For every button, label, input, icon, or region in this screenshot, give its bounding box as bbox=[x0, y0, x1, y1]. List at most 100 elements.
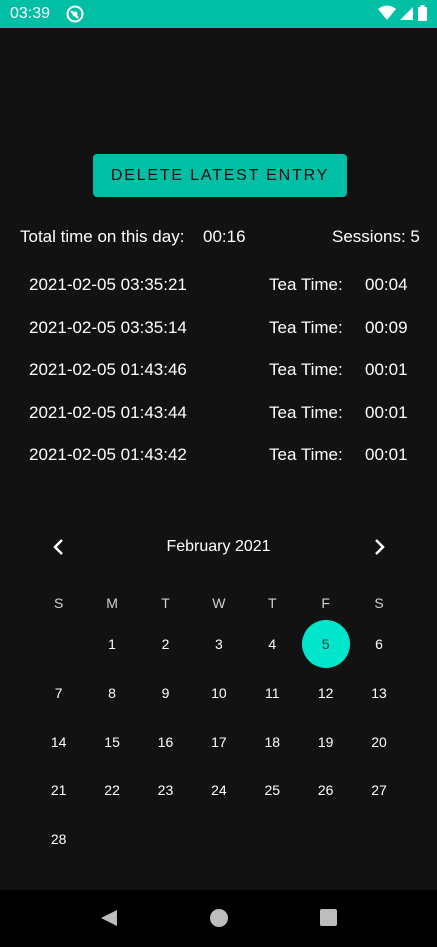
calendar-day[interactable]: 9 bbox=[141, 669, 189, 717]
weekday-label: S bbox=[54, 595, 64, 611]
entry-timestamp: 2021-02-05 01:43:44 bbox=[29, 402, 187, 422]
entry-timestamp: 2021-02-05 03:35:14 bbox=[29, 317, 187, 337]
calendar-day[interactable]: 11 bbox=[248, 669, 296, 717]
status-time: 03:39 bbox=[10, 5, 51, 22]
calendar-cell: 16 bbox=[139, 717, 192, 766]
tea-time-value: 00:09 bbox=[365, 317, 408, 337]
wifi-icon bbox=[378, 5, 396, 20]
calendar-day[interactable]: 26 bbox=[302, 766, 350, 814]
tea-time-value: 00:01 bbox=[365, 360, 408, 379]
calendar-header: February 2021 bbox=[0, 532, 437, 562]
calendar-cell: 22 bbox=[85, 766, 138, 815]
status-icons bbox=[378, 5, 427, 21]
calendar-cell: 1 bbox=[85, 620, 138, 669]
calendar-day[interactable]: 13 bbox=[355, 669, 403, 717]
calendar-cell: 9 bbox=[139, 669, 192, 718]
calendar-week-row: 21 22 23 24 25 26 27 bbox=[32, 766, 406, 815]
tea-time-label: Tea Time: bbox=[269, 445, 343, 464]
calendar-cell: 21 bbox=[32, 766, 85, 815]
calendar-cell bbox=[246, 815, 299, 864]
calendar-cell: 3 bbox=[192, 620, 245, 669]
calendar-cell: 24 bbox=[192, 766, 245, 815]
status-bar: 03:39 bbox=[0, 0, 437, 28]
calendar-cell: 5 bbox=[299, 620, 352, 669]
tea-time-value: 00:04 bbox=[365, 275, 408, 294]
calendar-cell bbox=[32, 620, 85, 669]
calendar-cell: 27 bbox=[352, 766, 405, 815]
calendar-day[interactable]: 23 bbox=[141, 766, 189, 814]
calendar-cell: 7 bbox=[32, 669, 85, 718]
list-item: 2021-02-05 01:43:46 Tea Time: 00:01 bbox=[0, 355, 437, 398]
calendar-cell: 25 bbox=[246, 766, 299, 815]
total-time-value: 00:16 bbox=[203, 227, 246, 246]
weekday-label: T bbox=[267, 595, 277, 611]
calendar-day[interactable]: 28 bbox=[35, 815, 83, 863]
calendar-day[interactable]: 14 bbox=[35, 718, 83, 766]
weekday-label: F bbox=[321, 595, 330, 611]
entry-timestamp: 2021-02-05 03:35:21 bbox=[29, 275, 187, 294]
back-icon[interactable] bbox=[100, 909, 118, 927]
calendar-cell: 12 bbox=[299, 669, 352, 718]
calendar-day[interactable]: 7 bbox=[35, 669, 83, 717]
calendar-cell bbox=[352, 815, 405, 864]
calendar-day[interactable]: 8 bbox=[88, 669, 136, 717]
calendar-cell bbox=[139, 815, 192, 864]
list-item: 2021-02-05 01:43:44 Tea Time: 00:01 bbox=[0, 398, 437, 441]
list-item: 2021-02-05 03:35:14 Tea Time: 00:09 bbox=[0, 313, 437, 356]
total-time-label: Total time on this day: bbox=[20, 227, 185, 246]
tea-time-label: Tea Time: bbox=[269, 317, 343, 337]
calendar-cell: 6 bbox=[352, 620, 405, 669]
calendar-cell: 17 bbox=[192, 717, 245, 766]
calendar-week-row: 7 8 9 10 11 12 13 bbox=[32, 669, 406, 718]
calendar-cell: 15 bbox=[85, 717, 138, 766]
calendar-cell: 19 bbox=[299, 717, 352, 766]
calendar-day[interactable]: 10 bbox=[195, 669, 243, 717]
calendar-cell: 18 bbox=[246, 717, 299, 766]
sync-icon bbox=[66, 5, 84, 23]
navigation-bar bbox=[0, 890, 437, 947]
calendar-day[interactable]: 15 bbox=[88, 718, 136, 766]
list-item: 2021-02-05 01:43:42 Tea Time: 00:01 bbox=[0, 440, 437, 483]
calendar-cell: 28 bbox=[32, 815, 85, 864]
calendar-cell bbox=[192, 815, 245, 864]
calendar-cell bbox=[85, 815, 138, 864]
delete-latest-entry-button[interactable]: DELETE LATEST ENTRY bbox=[93, 154, 347, 197]
calendar-cell bbox=[299, 815, 352, 864]
calendar-cell: 23 bbox=[139, 766, 192, 815]
tea-time-value: 00:01 bbox=[365, 445, 408, 464]
entry-timestamp: 2021-02-05 01:43:42 bbox=[29, 445, 187, 464]
calendar-day[interactable]: 21 bbox=[35, 766, 83, 814]
calendar-day[interactable]: 25 bbox=[248, 766, 296, 814]
calendar-day[interactable]: 22 bbox=[88, 766, 136, 814]
calendar-day[interactable]: 20 bbox=[355, 718, 403, 766]
calendar-cell: 26 bbox=[299, 766, 352, 815]
calendar-cell: 14 bbox=[32, 717, 85, 766]
calendar-day[interactable]: 24 bbox=[195, 766, 243, 814]
weekday-label: S bbox=[374, 595, 384, 611]
calendar-cell: 10 bbox=[192, 669, 245, 718]
signal-icon bbox=[400, 7, 413, 20]
tea-time-label: Tea Time: bbox=[269, 360, 343, 379]
calendar-day[interactable]: 19 bbox=[302, 718, 350, 766]
chevron-right-icon[interactable] bbox=[368, 536, 390, 558]
calendar-day[interactable]: 17 bbox=[195, 718, 243, 766]
home-icon[interactable] bbox=[210, 909, 228, 927]
calendar-day[interactable]: 27 bbox=[355, 766, 403, 814]
calendar-cell: 20 bbox=[352, 717, 405, 766]
sessions-count: Sessions: 5 bbox=[332, 227, 420, 246]
calendar-day[interactable]: 12 bbox=[302, 669, 350, 717]
calendar-day[interactable]: 18 bbox=[248, 718, 296, 766]
calendar-day[interactable]: 1 bbox=[88, 620, 136, 668]
calendar-day[interactable]: 2 bbox=[141, 620, 189, 668]
calendar-week-row: 14 15 16 17 18 19 20 bbox=[32, 717, 406, 766]
tea-time-value: 00:01 bbox=[365, 402, 408, 422]
calendar-day[interactable]: 16 bbox=[141, 718, 189, 766]
calendar-day[interactable]: 6 bbox=[355, 620, 403, 668]
calendar-day-selected[interactable]: 5 bbox=[301, 620, 350, 669]
recent-apps-icon[interactable] bbox=[320, 909, 337, 926]
calendar-day[interactable]: 4 bbox=[248, 620, 296, 668]
calendar-week-row: 28 bbox=[32, 815, 406, 864]
calendar-day[interactable]: 3 bbox=[195, 620, 243, 668]
entry-timestamp: 2021-02-05 01:43:46 bbox=[29, 360, 187, 379]
calendar-cell: 8 bbox=[85, 669, 138, 718]
